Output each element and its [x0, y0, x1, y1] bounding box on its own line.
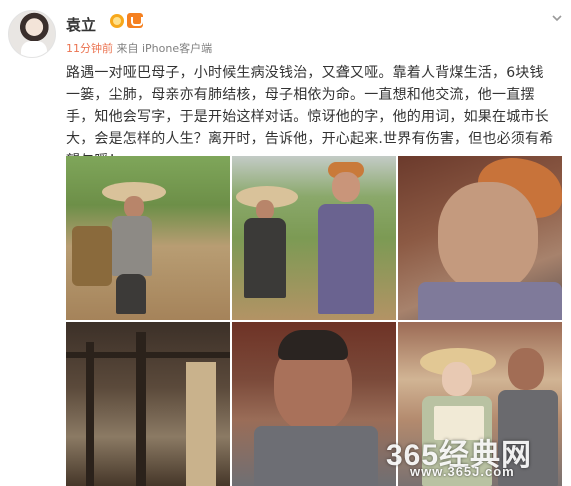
photo-man-with-basket[interactable] [66, 156, 230, 320]
post-time[interactable]: 11分钟前 [66, 42, 113, 55]
member-badge-icon[interactable] [127, 13, 143, 28]
photo-wooden-shack-interior[interactable] [66, 322, 230, 486]
photo-gallery [66, 156, 562, 486]
photo-elderly-mother-portrait[interactable] [398, 156, 562, 320]
chevron-down-icon[interactable] [551, 12, 563, 24]
photo-son-and-mother-in-field[interactable] [232, 156, 396, 320]
post-source[interactable]: 来自 iPhone客户端 [117, 42, 213, 55]
user-name[interactable]: 袁立 [66, 14, 96, 35]
photo-son-portrait[interactable] [232, 322, 396, 486]
photo-woman-writing-with-son[interactable] [398, 322, 562, 486]
post-meta: 11分钟前 来自 iPhone客户端 [66, 40, 212, 56]
avatar[interactable] [8, 10, 56, 58]
post-header: 袁立 11分钟前 来自 iPhone客户端 [8, 8, 563, 60]
vip-badge-icon[interactable] [110, 14, 124, 28]
